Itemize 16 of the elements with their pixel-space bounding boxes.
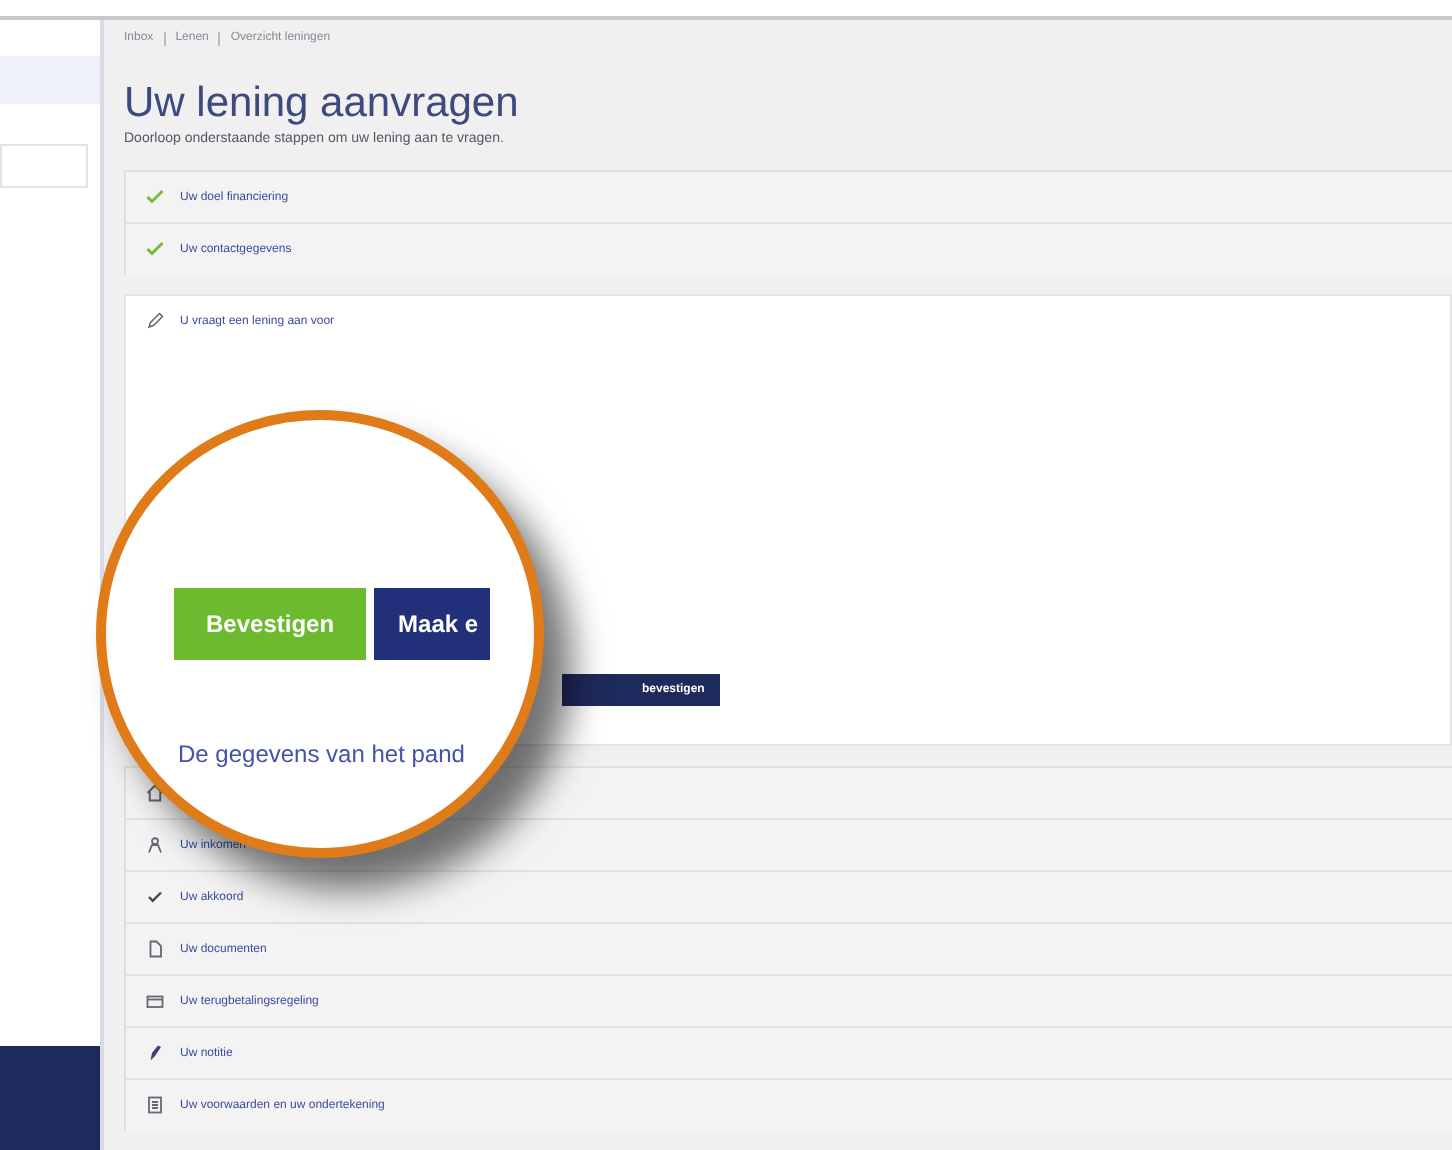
pencil-icon (146, 312, 164, 330)
sidebar-footer (0, 1046, 100, 1150)
check-icon (146, 188, 164, 206)
check-icon (146, 240, 164, 258)
person-icon (146, 836, 164, 854)
house-icon (146, 784, 164, 802)
sidebar-item[interactable] (0, 56, 100, 104)
pen-icon (146, 1044, 164, 1062)
section-link[interactable]: De gegevens van het pand (178, 740, 465, 768)
sidebar-field[interactable] (0, 144, 88, 188)
check-icon (146, 888, 164, 906)
document-icon (146, 940, 164, 958)
list-icon (146, 1096, 164, 1114)
page-title: Uw lening aanvragen (124, 80, 521, 128)
action-button[interactable]: Maak e (374, 588, 491, 660)
card-icon (146, 992, 164, 1010)
